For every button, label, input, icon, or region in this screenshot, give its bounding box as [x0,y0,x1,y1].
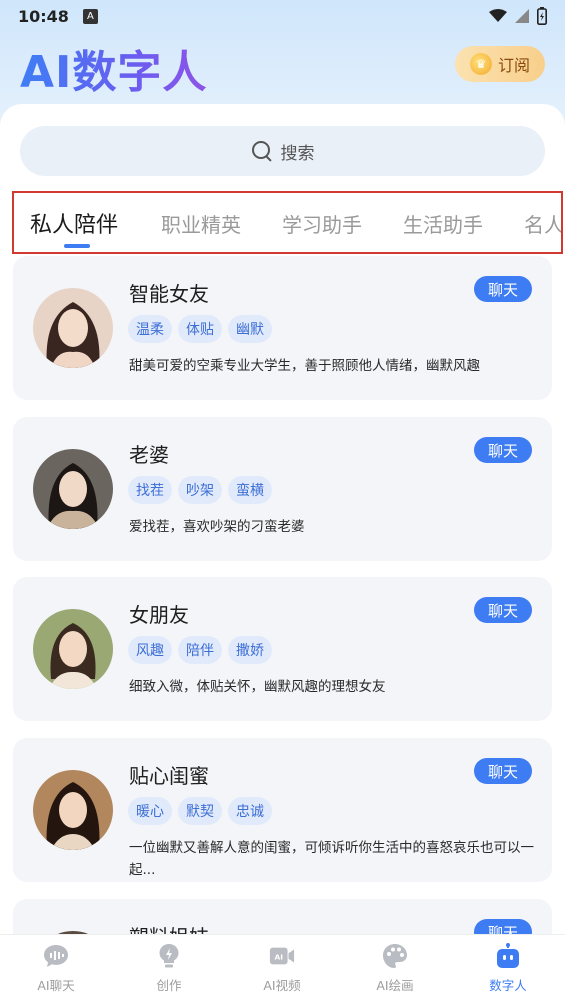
nav-label: 创作 [156,978,182,993]
nav-ai-video[interactable]: AI AI视频 [242,943,322,994]
tag-list: 温柔 体贴 幽默 [128,315,272,343]
chat-button[interactable]: 聊天 [474,758,532,784]
avatar [33,288,113,368]
app-title: AI数字人 [20,36,207,100]
tag: 温柔 [128,315,172,343]
tag: 暖心 [128,797,172,825]
character-name: 塑料姐妹 [129,921,209,934]
status-time: 10:48 [18,6,69,26]
status-icons [489,7,547,25]
tab-private-companion[interactable]: 私人陪伴 [30,207,118,239]
avatar [33,609,113,689]
search-icon [251,140,273,162]
chat-button[interactable]: 聊天 [474,597,532,623]
nav-digital-human[interactable]: 数字人 [468,943,548,994]
cell-signal-icon [515,9,529,23]
palette-icon [382,943,408,969]
tag: 找茬 [128,476,172,504]
tag: 蛮横 [228,476,272,504]
tag: 陪伴 [178,636,222,664]
nav-label: 数字人 [489,978,527,993]
robot-icon [495,943,521,969]
character-description: 一位幽默又善解人意的闺蜜，可倾诉听你生活中的喜怒哀乐也可以一起... [129,840,534,878]
search-input[interactable]: 搜索 [20,126,545,176]
subscribe-label: 订阅 [497,56,530,75]
avatar [33,770,113,850]
tag: 默契 [178,797,222,825]
character-card[interactable]: 塑料姐妹 聊天 [13,899,552,934]
tab-celebrity[interactable]: 名人 [524,209,561,238]
bottom-navigation: AI聊天 创作 AI AI视频 AI绘画 数字人 [0,934,565,1004]
character-description: 甜美可爱的空乘专业大学生，善于照顾他人情绪，幽默风趣 [129,358,480,374]
wifi-icon [489,9,507,22]
character-name: 老婆 [129,443,169,467]
chat-button[interactable]: 聊天 [474,276,532,302]
character-card[interactable]: 老婆 聊天 找茬 吵架 蛮横 爱找茬，喜欢吵架的刁蛮老婆 [13,417,552,561]
svg-text:AI: AI [275,953,284,962]
character-name: 女朋友 [129,603,189,627]
nav-ai-drawing[interactable]: AI绘画 [355,943,435,994]
crown-icon: ♛ [469,53,492,75]
character-description: 爱找茬，喜欢吵架的刁蛮老婆 [129,519,305,535]
tag: 吵架 [178,476,222,504]
character-name: 贴心闺蜜 [129,764,209,788]
search-placeholder: 搜索 [280,143,315,164]
notification-icon: A [82,8,98,24]
video-camera-icon: AI [269,943,295,969]
chat-button[interactable]: 聊天 [474,919,532,934]
tag-list: 风趣 陪伴 撒娇 [128,636,272,664]
tag: 风趣 [128,636,172,664]
nav-label: AI视频 [263,978,301,993]
tag: 撒娇 [228,636,272,664]
nav-ai-chat[interactable]: AI聊天 [16,943,96,994]
battery-icon [537,7,547,25]
tag-list: 暖心 默契 忠诚 [128,797,272,825]
tab-study-assistant[interactable]: 学习助手 [282,209,362,238]
character-card[interactable]: 女朋友 聊天 风趣 陪伴 撒娇 细致入微，体贴关怀，幽默风趣的理想女友 [13,577,552,721]
subscribe-button[interactable]: ♛ 订阅 [455,46,545,82]
tag: 忠诚 [228,797,272,825]
tag-list: 找茬 吵架 蛮横 [128,476,272,504]
tag: 幽默 [228,315,272,343]
chat-bubble-icon [43,943,69,969]
nav-label: AI绘画 [376,978,414,993]
status-bar: 10:48 A [0,0,565,32]
character-name: 智能女友 [129,282,209,306]
tab-career-elite[interactable]: 职业精英 [161,209,241,238]
nav-label: AI聊天 [37,978,75,993]
avatar [33,449,113,529]
character-card[interactable]: 智能女友 聊天 温柔 体贴 幽默 甜美可爱的空乘专业大学生，善于照顾他人情绪，幽… [13,256,552,400]
category-tabs: 私人陪伴 职业精英 学习助手 生活助手 名人 [12,191,563,254]
chat-button[interactable]: 聊天 [474,437,532,463]
character-description: 细致入微，体贴关怀，幽默风趣的理想女友 [129,679,386,695]
tab-life-assistant[interactable]: 生活助手 [403,209,483,238]
nav-create[interactable]: 创作 [129,943,209,994]
tag: 体贴 [178,315,222,343]
character-list: 智能女友 聊天 温柔 体贴 幽默 甜美可爱的空乘专业大学生，善于照顾他人情绪，幽… [0,256,565,934]
character-card[interactable]: 贴心闺蜜 聊天 暖心 默契 忠诚 一位幽默又善解人意的闺蜜，可倾诉听你生活中的喜… [13,738,552,882]
active-tab-indicator [64,244,90,248]
lightbulb-icon [156,943,182,969]
